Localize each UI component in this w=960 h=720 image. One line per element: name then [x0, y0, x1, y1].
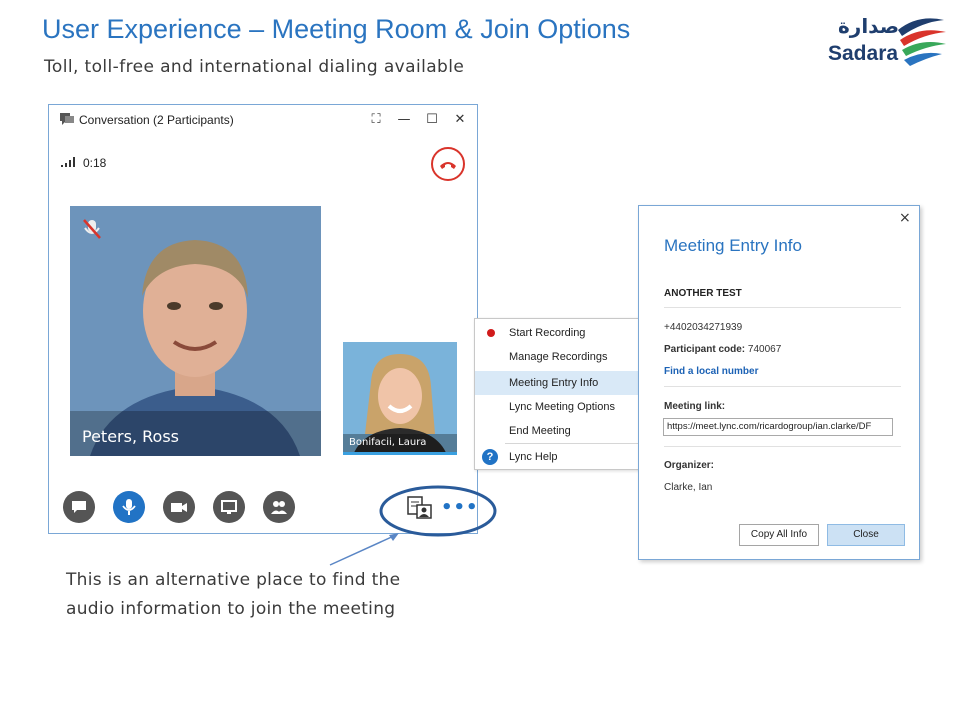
participant-video-secondary[interactable]: Bonifacii, Laura: [343, 342, 457, 455]
conversation-window: Conversation (2 Participants) ⛶ — ☐ ✕ 0:…: [48, 104, 478, 534]
menu-item-label: Start Recording: [509, 327, 586, 339]
participant-code-label: Participant code:: [664, 344, 746, 355]
minimize-icon[interactable]: —: [395, 111, 413, 129]
more-options-button[interactable]: •••: [441, 497, 479, 518]
window-title: Conversation (2 Participants): [79, 113, 234, 127]
muted-microphone-icon: [83, 219, 101, 239]
help-icon: ?: [482, 449, 498, 465]
menu-item-lync-help[interactable]: ? Lync Help: [475, 445, 645, 469]
menu-item-label: Meeting Entry Info: [509, 377, 599, 389]
menu-item-label: Manage Recordings: [509, 351, 608, 363]
organizer-name: Clarke, Ian: [664, 482, 713, 493]
present-icon: [221, 500, 237, 514]
dialog-divider: [664, 307, 901, 308]
callout-line-2: audio information to join the meeting: [66, 599, 396, 619]
participant-name-secondary: Bonifacii, Laura: [349, 437, 427, 448]
callout-arrow: [329, 534, 397, 566]
copy-all-info-button[interactable]: Copy All Info: [739, 524, 819, 546]
call-timer: 0:18: [83, 156, 107, 170]
dialog-divider: [664, 386, 901, 387]
participants-button[interactable]: [263, 491, 295, 523]
dialog-title: Meeting Entry Info: [664, 236, 802, 255]
hang-up-icon: [440, 162, 456, 169]
close-button[interactable]: Close: [827, 524, 905, 546]
participant-video-main[interactable]: Peters, Ross: [70, 206, 321, 456]
menu-item-meeting-entry-info[interactable]: Meeting Entry Info: [475, 371, 645, 395]
record-dot-icon: [487, 329, 495, 337]
callout-arrowhead: [389, 533, 399, 541]
people-icon: [271, 501, 287, 514]
logo-mark-icon: [898, 18, 946, 66]
meeting-name: ANOTHER TEST: [664, 288, 742, 299]
participant-name-main: Peters, Ross: [82, 427, 179, 446]
meeting-entry-info-dialog: × Meeting Entry Info ANOTHER TEST +44020…: [638, 205, 920, 560]
menu-item-label: Lync Meeting Options: [509, 401, 615, 413]
menu-item-manage-recordings[interactable]: Manage Recordings: [475, 345, 645, 369]
maximize-icon[interactable]: ☐: [423, 111, 441, 129]
chat-button[interactable]: [63, 491, 95, 523]
logo-arabic-text: صدارة: [838, 14, 900, 38]
callout-line-1: This is an alternative place to find the: [66, 570, 401, 590]
chat-icon: [72, 501, 86, 513]
compact-view-icon[interactable]: ⛶: [367, 111, 385, 129]
slide-subtitle: Toll, toll-free and international dialin…: [44, 57, 465, 77]
participant-code-value: 740067: [747, 344, 782, 355]
video-icon: [171, 503, 187, 512]
microphone-icon: [122, 499, 136, 515]
menu-item-label: Lync Help: [509, 451, 558, 463]
organizer-label: Organizer:: [664, 460, 715, 471]
participant-code-row: Participant code: 740067: [664, 344, 781, 355]
meeting-link-field[interactable]: https://meet.lync.com/ricardogroup/ian.c…: [663, 418, 893, 436]
logo-english-text: Sadara: [828, 42, 899, 65]
menu-divider: [505, 443, 641, 444]
sadara-logo: صدارة Sadara: [826, 12, 948, 70]
video-button[interactable]: [163, 491, 195, 523]
callout-text: This is an alternative place to find the…: [66, 566, 400, 624]
slide-title: User Experience – Meeting Room & Join Op…: [42, 14, 631, 44]
conversation-icon: [60, 113, 74, 125]
meeting-info-icon[interactable]: [407, 495, 433, 519]
microphone-button[interactable]: [113, 491, 145, 523]
more-options-menu: Start Recording Manage Recordings Meetin…: [474, 318, 646, 470]
signal-strength-icon: [61, 157, 75, 167]
dialog-close-icon[interactable]: ×: [899, 210, 911, 226]
menu-item-end-meeting[interactable]: End Meeting: [475, 419, 645, 443]
dial-in-number: +4402034271939: [664, 322, 743, 333]
menu-item-start-recording[interactable]: Start Recording: [475, 321, 645, 345]
close-icon[interactable]: ✕: [451, 111, 469, 129]
menu-item-label: End Meeting: [509, 425, 571, 437]
hang-up-button[interactable]: [431, 147, 465, 181]
find-local-number-link[interactable]: Find a local number: [664, 366, 758, 377]
menu-item-lync-meeting-options[interactable]: Lync Meeting Options: [475, 395, 645, 419]
meeting-link-label: Meeting link:: [664, 401, 726, 412]
present-button[interactable]: [213, 491, 245, 523]
dialog-divider: [664, 446, 901, 447]
participant-photo: [70, 206, 321, 456]
